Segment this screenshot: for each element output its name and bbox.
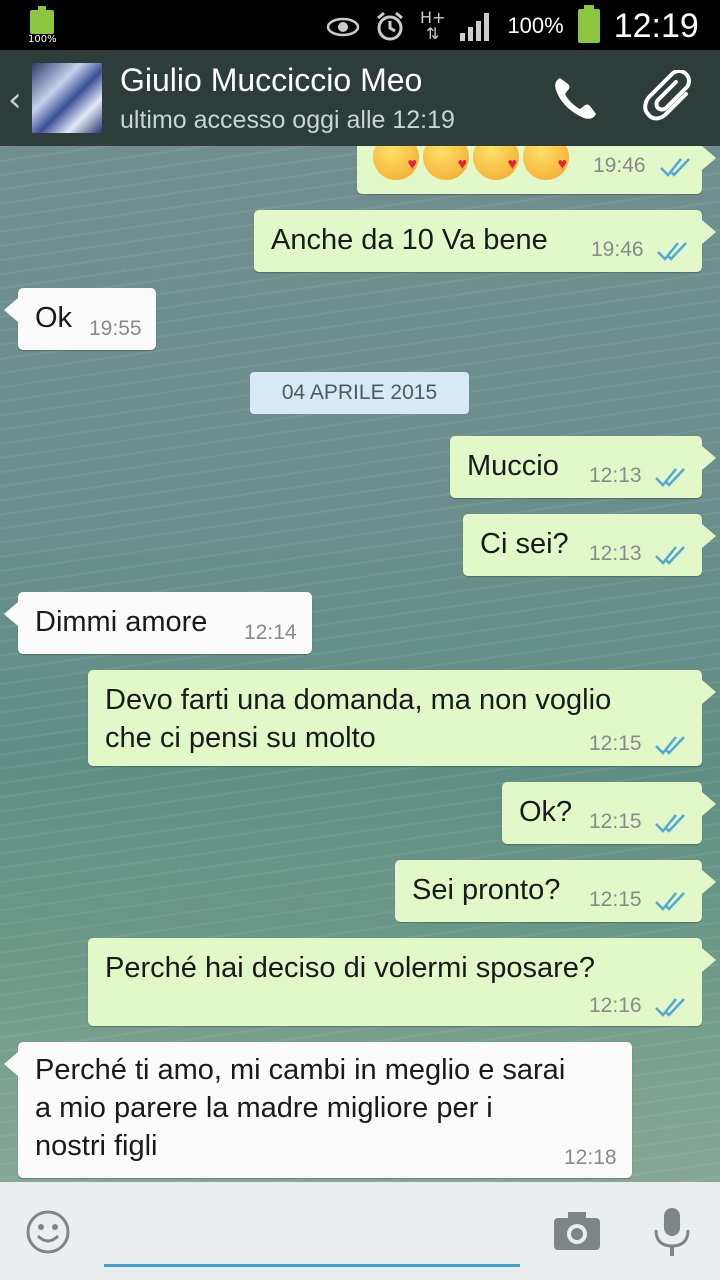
- battery-notification-icon: 100%: [28, 6, 58, 46]
- clock: 12:19: [613, 6, 699, 45]
- message-text-line: nostri figli: [35, 1130, 158, 1162]
- message-input[interactable]: [104, 1202, 524, 1267]
- message-time: 19:46: [593, 154, 646, 177]
- network-type-icon: H+ ⇅: [420, 8, 446, 43]
- message-bubble-outgoing[interactable]: ♥ ♥ ♥ ♥ 19:46: [357, 146, 716, 194]
- message-text-line: Devo farti una domanda, ma non voglio: [105, 684, 612, 716]
- message-bubble-outgoing[interactable]: Ci sei? 12:13: [463, 514, 716, 576]
- alarm-icon: [374, 10, 406, 42]
- message-text: Muccio: [467, 450, 559, 482]
- avatar[interactable]: [32, 63, 102, 133]
- message-bubble-incoming[interactable]: Ok 19:55: [4, 288, 156, 350]
- back-icon[interactable]: ‹: [8, 80, 22, 120]
- read-ticks-icon: [654, 996, 688, 1023]
- message-bubble-outgoing[interactable]: Perché hai deciso di volermi sposare? 12…: [88, 938, 716, 1026]
- message-text-line: che ci pensi su molto: [105, 722, 376, 754]
- message-bubble-outgoing[interactable]: Ok? 12:15: [502, 782, 716, 844]
- kiss-emoji-icon: ♥: [423, 146, 469, 180]
- last-seen-status: ultimo accesso oggi alle 12:19: [120, 106, 455, 134]
- emoji-message: ♥ ♥ ♥ ♥: [373, 146, 569, 180]
- message-time: 19:46: [591, 238, 644, 261]
- message-time: 12:15: [589, 732, 642, 755]
- read-ticks-icon: [659, 156, 693, 183]
- message-bubble-outgoing[interactable]: Anche da 10 Va bene 19:46: [254, 210, 716, 272]
- message-time: 12:16: [589, 994, 642, 1017]
- message-text-line: a mio parere la madre migliore per i: [35, 1092, 493, 1124]
- message-text-field[interactable]: [104, 1202, 524, 1258]
- mic-icon[interactable]: [652, 1206, 692, 1262]
- message-time: 12:13: [589, 464, 642, 487]
- message-bubble-outgoing[interactable]: Devo farti una domanda, ma non voglio ch…: [88, 670, 716, 766]
- kiss-emoji-icon: ♥: [473, 146, 519, 180]
- message-time: 12:15: [589, 888, 642, 911]
- read-ticks-icon: [654, 890, 688, 917]
- contact-name[interactable]: Giulio Mucciccio Meo: [120, 62, 422, 99]
- read-ticks-icon: [654, 812, 688, 839]
- chat-header: ‹ Giulio Mucciccio Meo ultimo accesso og…: [0, 50, 720, 146]
- signal-icon: [459, 11, 493, 41]
- message-text: Ci sei?: [480, 528, 569, 560]
- message-time: 12:14: [244, 621, 297, 644]
- message-bubble-incoming[interactable]: Dimmi amore 12:14: [4, 592, 312, 654]
- battery-notification-label: 100%: [28, 34, 57, 45]
- message-time: 12:15: [589, 810, 642, 833]
- message-text: Ok: [35, 302, 73, 334]
- kiss-emoji-icon: ♥: [373, 146, 419, 180]
- message-text: Anche da 10 Va bene: [271, 224, 548, 256]
- message-text: Ok?: [519, 796, 573, 828]
- message-input-bar: [0, 1182, 720, 1280]
- message-bubble-outgoing[interactable]: Muccio 12:13: [450, 436, 716, 498]
- attach-icon[interactable]: [642, 69, 698, 130]
- battery-icon: [577, 5, 600, 43]
- emoji-icon[interactable]: [24, 1208, 72, 1260]
- date-separator: 04 APRILE 2015: [250, 372, 469, 414]
- read-ticks-icon: [654, 466, 688, 493]
- chat-area[interactable]: ♥ ♥ ♥ ♥ 19:46 Anche da 10 Va bene 19:46 …: [0, 146, 720, 1182]
- camera-icon[interactable]: [552, 1210, 602, 1256]
- read-ticks-icon: [656, 240, 690, 267]
- message-text: Dimmi amore: [35, 606, 208, 638]
- read-ticks-icon: [654, 544, 688, 571]
- message-text: Perché hai deciso di volermi sposare?: [105, 952, 596, 984]
- message-text-line: Perché ti amo, mi cambi in meglio e sara…: [35, 1054, 566, 1086]
- kiss-emoji-icon: ♥: [523, 146, 569, 180]
- message-time: 12:18: [564, 1146, 617, 1169]
- eye-icon: [326, 14, 360, 38]
- status-bar: 100% H+ ⇅ 100% 12:19: [0, 0, 720, 50]
- network-type-label: H+: [420, 8, 446, 27]
- message-text: Sei pronto?: [412, 874, 561, 906]
- battery-percent: 100%: [507, 13, 564, 38]
- message-time: 12:13: [589, 542, 642, 565]
- message-bubble-outgoing[interactable]: Sei pronto? 12:15: [395, 860, 716, 922]
- call-icon[interactable]: [550, 74, 602, 128]
- message-bubble-incoming[interactable]: Perché ti amo, mi cambi in meglio e sara…: [4, 1042, 632, 1178]
- read-ticks-icon: [654, 734, 688, 761]
- message-time: 19:55: [89, 317, 142, 340]
